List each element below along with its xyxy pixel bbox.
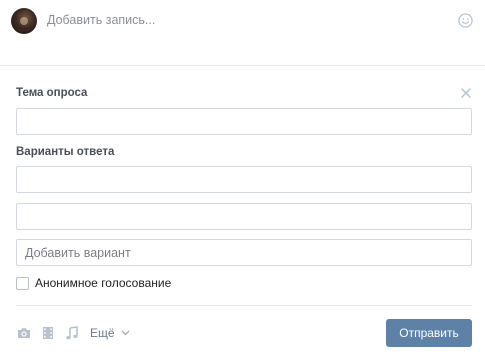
poll-topic-label: Тема опроса [16, 87, 88, 99]
attach-toolbar: Ещё [16, 322, 130, 344]
add-option-input[interactable] [16, 239, 472, 266]
poll-form: Тема опроса Варианты ответа Анонимное го… [0, 66, 485, 362]
anonymous-label: Анонимное голосование [35, 276, 172, 290]
poll-topic-input[interactable] [16, 108, 472, 135]
more-label: Ещё [90, 326, 115, 340]
music-icon[interactable] [64, 325, 80, 341]
submit-button[interactable]: Отправить [386, 319, 472, 347]
close-icon[interactable] [460, 87, 472, 99]
more-button[interactable]: Ещё [90, 326, 130, 340]
poll-option-input[interactable] [16, 166, 472, 193]
poll-options-label: Варианты ответа [16, 146, 115, 158]
post-input[interactable]: Добавить запись... [47, 13, 155, 27]
video-icon[interactable] [40, 325, 56, 341]
smile-icon[interactable] [458, 13, 473, 28]
anonymous-checkbox[interactable] [16, 276, 29, 290]
avatar[interactable] [11, 8, 37, 34]
chevron-down-icon [121, 330, 130, 336]
post-composer: Добавить запись... [0, 0, 485, 66]
divider [16, 305, 472, 306]
anonymous-vote-toggle[interactable]: Анонимное голосование [16, 276, 171, 290]
poll-option-input[interactable] [16, 203, 472, 230]
camera-icon[interactable] [16, 325, 32, 341]
